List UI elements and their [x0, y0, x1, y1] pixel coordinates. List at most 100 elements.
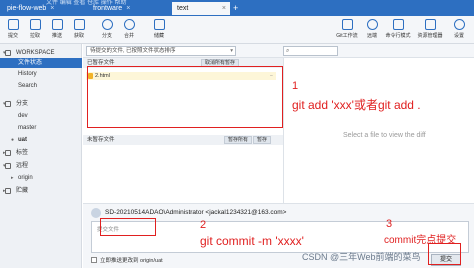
fetch-button[interactable]: 获取: [68, 19, 90, 39]
toolbar-label: 合并: [123, 33, 134, 39]
settings-button[interactable]: 设置: [448, 19, 470, 39]
current-branch-icon: ●: [11, 137, 15, 143]
remote-icon: [366, 19, 378, 30]
filter-bar: 待提交的文件, 已按照文件状态排序 ▾ ⌕: [83, 44, 474, 58]
sidebar-workspace[interactable]: ▾ WORKSPACE: [0, 48, 82, 58]
sidebar-item-origin[interactable]: ▸ origin: [0, 173, 82, 183]
toolbar-label: 推送: [51, 33, 62, 39]
toolbar: 提交 拉取 推送 获取 分支 合并 储藏 Git工作流 远端 命令行模式 资源管…: [0, 16, 474, 44]
push-button[interactable]: 推送: [46, 19, 68, 39]
branch-icon: [5, 101, 11, 107]
commit-author: SD-20210514ADAO\Administrator <jackal123…: [105, 209, 287, 216]
terminal-icon: [392, 19, 404, 30]
commit-annotation-box: [428, 243, 461, 265]
push-checkbox[interactable]: [91, 257, 97, 263]
monitor-icon: [5, 50, 11, 56]
sidebar-label: 贮藏: [16, 188, 29, 194]
push-checkbox-label: 立即推送更改到 origin/uat: [100, 258, 163, 264]
add-tab-icon[interactable]: +: [233, 2, 238, 14]
search-input[interactable]: ⌕: [283, 46, 338, 56]
explorer-button[interactable]: 资源管理器: [414, 19, 446, 39]
sidebar-branches[interactable]: ▾ 分支: [0, 99, 82, 109]
sidebar-item-history[interactable]: History: [0, 69, 82, 79]
toolbar-label: 资源管理器: [417, 33, 443, 39]
remote-button[interactable]: 远端: [361, 19, 383, 39]
branch-icon: [101, 19, 113, 30]
sidebar-label: uat: [18, 137, 27, 143]
sidebar-stashes[interactable]: ▸ 贮藏: [0, 186, 82, 196]
sidebar-item-dev[interactable]: dev: [0, 111, 82, 121]
pull-button[interactable]: 拉取: [24, 19, 46, 39]
tab-text[interactable]: text ×: [172, 2, 230, 15]
toolbar-label: 远端: [366, 33, 377, 39]
title-bar: 文件 编辑 查看 仓库 操作 帮助 pie-flow-web × frontwar…: [0, 0, 474, 16]
sidebar-item-search[interactable]: Search: [0, 81, 82, 91]
folder-icon: [424, 19, 436, 30]
unstaged-title: 未暂存文件: [87, 137, 115, 143]
sidebar-label: History: [18, 71, 37, 77]
fetch-icon: [73, 19, 85, 30]
toolbar-label: 命令行模式: [385, 33, 411, 39]
menu-view[interactable]: 查看: [73, 0, 85, 6]
sidebar-remotes[interactable]: ▾ 远程: [0, 161, 82, 171]
annotation-number: 2: [200, 219, 207, 231]
toolbar-label: 设置: [453, 33, 464, 39]
toolbar-label: 分支: [101, 33, 112, 39]
toolbar-label: 获取: [73, 33, 84, 39]
stage-all-button[interactable]: 暂存所有: [224, 136, 253, 144]
commit-icon: [7, 19, 19, 30]
sidebar-item-uat[interactable]: ● uat: [0, 135, 82, 145]
sidebar-label: WORKSPACE: [16, 50, 55, 56]
close-icon[interactable]: ×: [222, 2, 226, 15]
tab-label: text: [177, 5, 189, 12]
stash-icon: [5, 188, 11, 194]
pane-divider[interactable]: [283, 58, 284, 203]
git-flow-button[interactable]: Git工作流: [334, 19, 360, 39]
sidebar-label: 标签: [16, 150, 29, 156]
toolbar-label: 提交: [7, 33, 18, 39]
stash-icon: [153, 19, 165, 30]
file-filter-select[interactable]: 待提交的文件, 已按照文件状态排序 ▾: [86, 46, 236, 56]
sidebar-label: 文件状态: [18, 60, 43, 66]
gear-icon: [453, 19, 465, 30]
git-flow-icon: [341, 19, 353, 30]
close-icon[interactable]: ×: [126, 5, 130, 12]
commit-toolbar-button[interactable]: 提交: [2, 19, 24, 39]
terminal-button[interactable]: 命令行模式: [383, 19, 413, 39]
chevron-right-icon: ▸: [11, 175, 14, 181]
avatar: [91, 208, 101, 218]
tab-label: pie-flow-web: [7, 5, 47, 12]
diff-placeholder: Select a file to view the diff: [343, 132, 426, 139]
tab-pie-flow-web[interactable]: pie-flow-web ×: [2, 2, 59, 15]
file-filter-value: 待提交的文件, 已按照文件状态排序: [90, 48, 176, 54]
sidebar-label: Search: [18, 83, 38, 89]
sidebar-item-file-status[interactable]: 文件状态: [0, 58, 82, 68]
sidebar-label: 分支: [16, 101, 29, 107]
sidebar-label: dev: [18, 113, 28, 119]
sidebar-label: origin: [18, 175, 33, 181]
merge-button[interactable]: 合并: [118, 19, 140, 39]
tab-frontware[interactable]: frontware ×: [88, 2, 135, 15]
sidebar: ▾ WORKSPACE 文件状态 History Search ▾ 分支 dev m…: [0, 44, 82, 268]
annotation-text: commit完点提交: [384, 235, 457, 246]
branch-button[interactable]: 分支: [96, 19, 118, 39]
push-icon: [51, 19, 63, 30]
merge-icon: [123, 19, 135, 30]
staged-annotation-box: [87, 66, 283, 128]
stash-button[interactable]: 储藏: [148, 19, 170, 39]
pull-icon: [29, 19, 41, 30]
sidebar-tags[interactable]: ▸ 标签: [0, 148, 82, 158]
tab-label: frontware: [93, 5, 123, 12]
annotation-number: 1: [292, 80, 299, 92]
tag-icon: [5, 150, 11, 156]
watermark: CSDN @三年Web前端的菜鸟: [302, 252, 421, 262]
sidebar-item-master[interactable]: master: [0, 123, 82, 133]
menu-edit[interactable]: 编辑: [60, 0, 72, 6]
close-icon[interactable]: ×: [50, 5, 54, 12]
sidebar-label: master: [18, 125, 37, 131]
annotation-number: 3: [386, 218, 393, 230]
unstaged-header: 未暂存文件 暂存所有 暂存: [83, 135, 283, 145]
stage-button[interactable]: 暂存: [253, 136, 272, 144]
toolbar-label: Git工作流: [336, 33, 358, 39]
toolbar-label: 拉取: [29, 33, 40, 39]
